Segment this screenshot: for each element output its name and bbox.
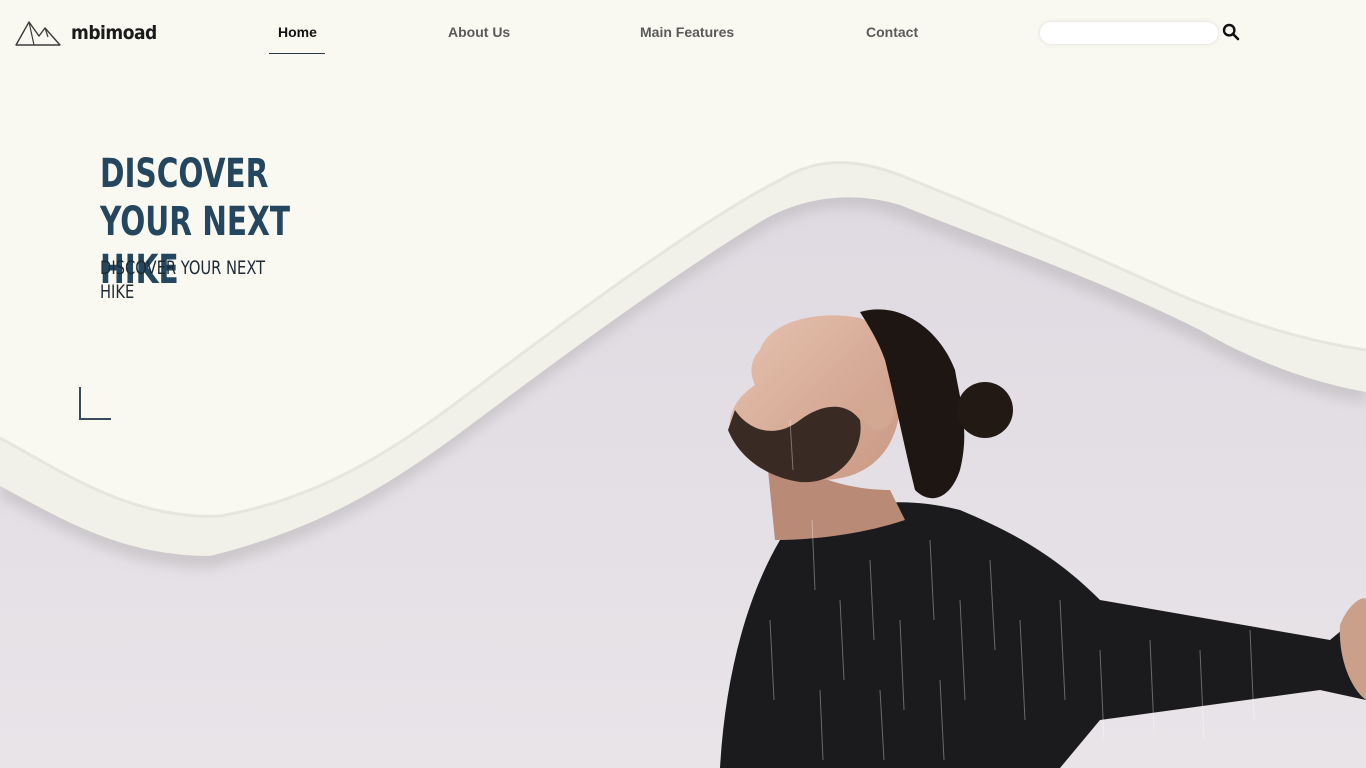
site-header: mbimoad Home About Us Main Features Cont… xyxy=(0,0,1366,70)
nav-main-features[interactable]: Main Features xyxy=(640,24,734,40)
brand-name: mbimoad xyxy=(71,22,157,44)
hero-subtitle: DISCOVER YOUR NEXT HIKE xyxy=(100,257,266,303)
nav-contact[interactable]: Contact xyxy=(866,24,918,40)
corner-decoration xyxy=(79,387,111,420)
hero-photo xyxy=(0,0,1366,768)
nav-about-us[interactable]: About Us xyxy=(448,24,510,40)
search-icon[interactable] xyxy=(1222,23,1240,41)
brand-logo[interactable]: mbimoad xyxy=(15,18,157,48)
nav-home[interactable]: Home xyxy=(278,24,317,40)
nav-active-indicator xyxy=(269,53,325,54)
mountain-icon xyxy=(15,21,61,46)
search-input[interactable] xyxy=(1040,22,1218,44)
